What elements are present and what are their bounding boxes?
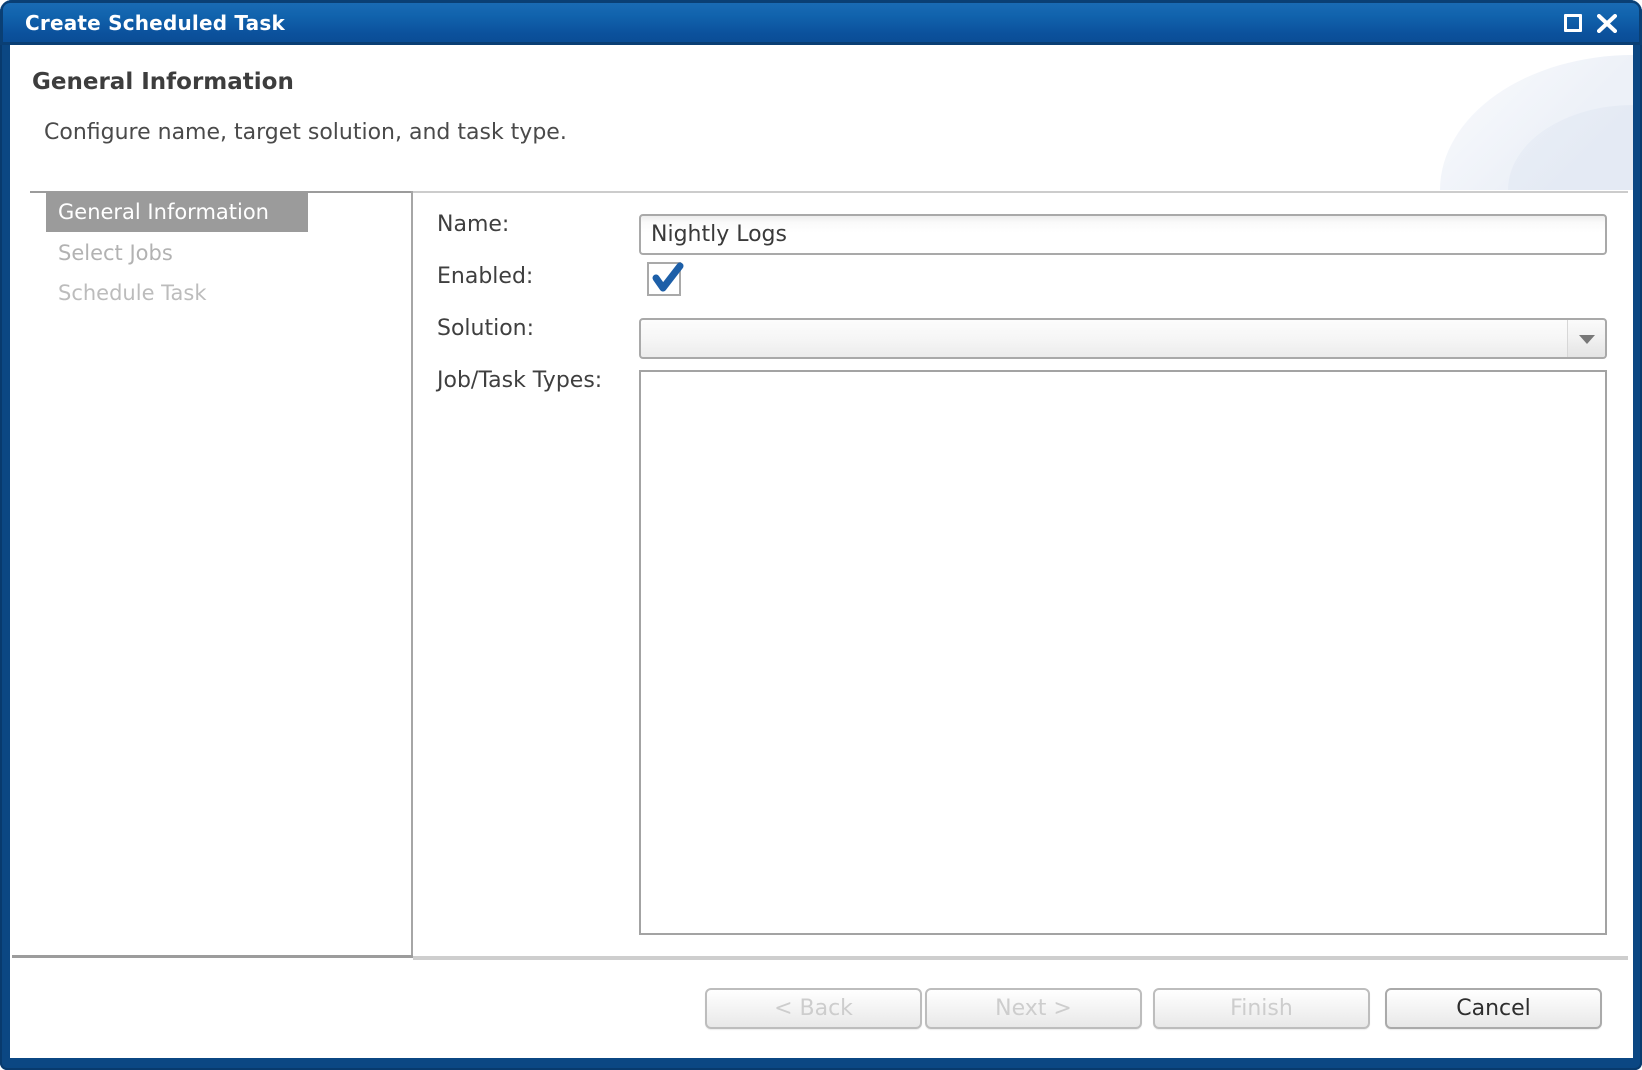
header-decoration (1190, 47, 1633, 190)
solution-dropdown[interactable] (639, 318, 1607, 359)
maximize-button[interactable] (1564, 14, 1582, 32)
enabled-label: Enabled: (437, 264, 533, 289)
close-button[interactable] (1597, 14, 1617, 33)
job-task-types-listbox[interactable] (639, 370, 1607, 935)
name-input[interactable] (639, 214, 1607, 255)
name-label: Name: (437, 212, 509, 237)
maximize-icon (1564, 14, 1582, 32)
next-button[interactable]: Next > (925, 988, 1142, 1029)
window-title: Create Scheduled Task (25, 0, 285, 45)
step-select-jobs[interactable]: Select Jobs (46, 233, 308, 273)
solution-label: Solution: (437, 316, 534, 341)
close-icon (1597, 14, 1617, 33)
titlebar[interactable]: Create Scheduled Task (0, 0, 1642, 45)
job-task-types-label: Job/Task Types: (437, 368, 602, 393)
create-scheduled-task-dialog: Create Scheduled Task General Informatio… (0, 0, 1642, 1070)
step-schedule-task[interactable]: Schedule Task (46, 273, 308, 313)
finish-button[interactable]: Finish (1153, 988, 1370, 1029)
sidebar-divider (411, 191, 413, 958)
divider (413, 191, 1628, 193)
back-button[interactable]: < Back (705, 988, 922, 1029)
cancel-button[interactable]: Cancel (1385, 988, 1602, 1029)
step-general-information[interactable]: General Information (46, 192, 308, 232)
chevron-down-icon (1579, 335, 1595, 344)
divider (413, 956, 1628, 960)
page-title: General Information (32, 69, 294, 95)
divider (12, 955, 413, 958)
solution-dropdown-button[interactable] (1567, 320, 1605, 357)
dialog-content: General Information Configure name, targ… (10, 45, 1633, 1058)
page-subtitle: Configure name, target solution, and tas… (44, 120, 567, 145)
checkmark-icon (650, 260, 686, 296)
enabled-checkbox[interactable] (647, 262, 681, 296)
